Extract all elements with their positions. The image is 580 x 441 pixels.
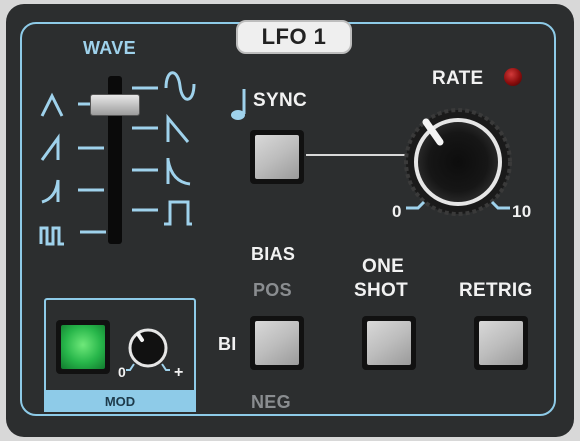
lfo-panel: LFO 1 WAVE SYNC RATE 0 10 BIAS POS BI NE… bbox=[0, 0, 580, 441]
bias-label: BIAS bbox=[251, 244, 296, 264]
mod-label: MOD bbox=[44, 390, 196, 412]
exp-saw-down-wave-icon bbox=[132, 158, 191, 186]
sync-label: SYNC bbox=[253, 90, 307, 111]
one-shot-label-line1: ONE bbox=[362, 256, 405, 277]
rate-knob[interactable] bbox=[396, 106, 522, 226]
retrig-label: RETRIG bbox=[459, 280, 533, 301]
square-pulse-wave-icon bbox=[39, 226, 106, 246]
one-shot-label-line2: SHOT bbox=[354, 280, 408, 301]
saw-up-wave-icon bbox=[40, 133, 104, 161]
saw-down-wave-icon bbox=[132, 113, 190, 143]
rate-led bbox=[504, 68, 522, 86]
mod-min-label: 0 bbox=[118, 364, 127, 380]
bias-pos-label: POS bbox=[253, 280, 292, 300]
bias-neg-label: NEG bbox=[251, 392, 291, 412]
rate-label: RATE bbox=[432, 68, 484, 89]
bias-bi-label: BI bbox=[218, 334, 237, 354]
wave-label: WAVE bbox=[83, 38, 136, 58]
music-note-icon bbox=[231, 89, 246, 120]
lfo-title: LFO 1 bbox=[236, 20, 352, 54]
sine-wave-icon bbox=[132, 71, 196, 101]
mod-max-label: + bbox=[174, 364, 184, 381]
retrig-button[interactable] bbox=[474, 316, 528, 370]
rate-min-label: 0 bbox=[392, 202, 402, 221]
exp-saw-up-wave-icon bbox=[41, 179, 104, 204]
one-shot-button[interactable] bbox=[362, 316, 416, 370]
rate-max-label: 10 bbox=[512, 202, 532, 221]
mod-button[interactable] bbox=[56, 320, 110, 374]
bias-button[interactable] bbox=[250, 316, 304, 370]
sync-button[interactable] bbox=[250, 130, 304, 184]
square-wave-icon bbox=[132, 200, 192, 226]
